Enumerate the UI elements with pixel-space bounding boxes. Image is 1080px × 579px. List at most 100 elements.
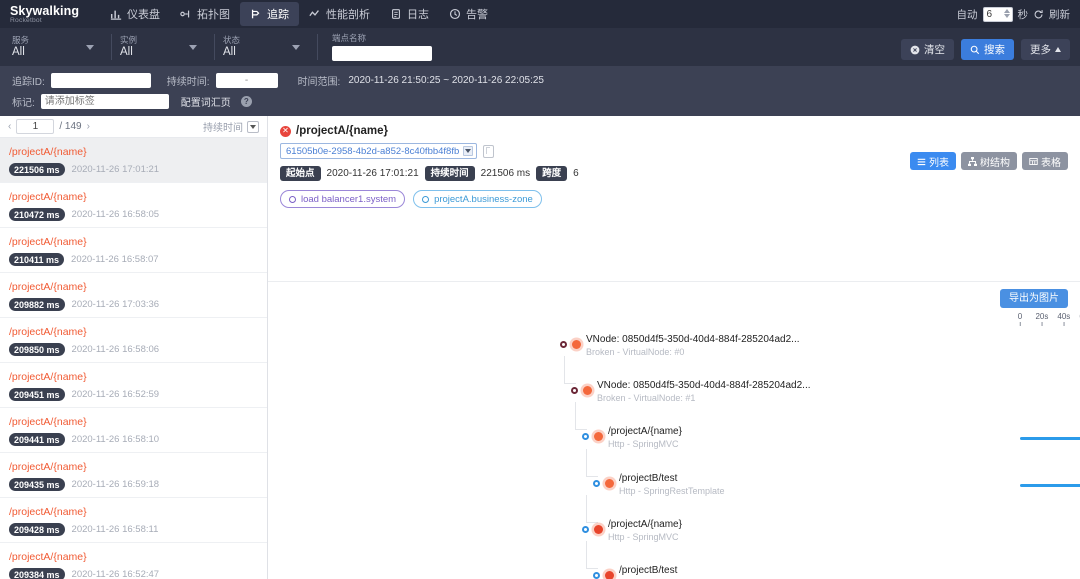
export-image-button[interactable]: 导出为图片 (1000, 289, 1068, 308)
trace-list-item[interactable]: /projectA/{name}210472 ms2020-11-26 16:5… (0, 183, 267, 228)
service-select[interactable]: 服务 All (12, 28, 112, 66)
endpoint-input[interactable] (332, 46, 432, 61)
span-dots (593, 479, 614, 488)
span-rows: VNode: 0850d4f5-350d-40d4-884f-285204ad2… (268, 334, 1080, 579)
trace-item-name: /projectA/{name} (9, 370, 258, 384)
tag-input[interactable] (41, 94, 169, 109)
prev-page-button[interactable]: ‹ (8, 121, 11, 132)
nav-item-1[interactable]: 拓扑图 (170, 2, 240, 26)
copy-icon[interactable] (483, 145, 494, 158)
service-chip[interactable]: load balancer1.system (280, 190, 405, 208)
config-vocabulary-link[interactable]: 配置词汇页 (181, 94, 231, 109)
search-button[interactable]: 搜索 (961, 39, 1014, 60)
trace-item-name: /projectA/{name} (9, 190, 258, 204)
view-mode-0[interactable]: 列表 (910, 152, 956, 170)
span-row[interactable]: VNode: 0850d4f5-350d-40d4-884f-285204ad2… (268, 334, 1080, 380)
span-name: VNode: 0850d4f5-350d-40d4-884f-285204ad2… (586, 334, 800, 346)
span-row[interactable]: /projectB/testHttp - SpringRestTemplate (268, 565, 1080, 579)
trace-list-item[interactable]: /projectA/{name}221506 ms2020-11-26 17:0… (0, 138, 267, 183)
span-connector (586, 495, 598, 523)
trace-item-meta: 209451 ms2020-11-26 16:52:59 (9, 388, 258, 401)
nav-item-4[interactable]: 日志 (380, 2, 439, 26)
sort-direction-button[interactable] (247, 121, 259, 133)
chevron-down-icon[interactable] (463, 146, 473, 156)
divider (111, 34, 112, 60)
span-text: VNode: 0850d4f5-350d-40d4-884f-285204ad2… (586, 334, 800, 358)
trace-list-item[interactable]: /projectA/{name}209428 ms2020-11-26 16:5… (0, 498, 267, 543)
alarm-icon (449, 8, 461, 20)
view-mode-1[interactable]: 树结构 (961, 152, 1017, 170)
chevron-down-icon (86, 45, 94, 50)
nav-item-5[interactable]: 告警 (439, 2, 498, 26)
nav-item-2[interactable]: 追踪 (240, 2, 299, 26)
log-icon (390, 8, 402, 20)
trace-list-item[interactable]: /projectA/{name}209384 ms2020-11-26 16:5… (0, 543, 267, 579)
auto-refresh-group: 自动 6 秒 刷新 (957, 0, 1071, 28)
trace-list-item[interactable]: /projectA/{name}209435 ms2020-11-26 16:5… (0, 453, 267, 498)
trace-list-item[interactable]: /projectA/{name}210411 ms2020-11-26 16:5… (0, 228, 267, 273)
ruler-tick-label: 40s (1057, 312, 1070, 321)
span-dots (560, 340, 581, 349)
timerange-value[interactable]: 2020-11-26 21:50:25 ~ 2020-11-26 22:05:2… (348, 75, 544, 86)
span-name: /projectA/{name} (608, 426, 682, 438)
view-mode-2[interactable]: 表格 (1022, 152, 1068, 170)
span-node-icon (582, 433, 589, 440)
span-dots (582, 432, 603, 441)
trace-detail-header: ✕ /projectA/{name} 61505b0e-2958-4b2d-a8… (268, 116, 1080, 181)
trace-id-select[interactable]: 61505b0e-2958-4b2d-a852-8c40fbb4f8fb (280, 143, 477, 159)
refresh-label[interactable]: 刷新 (1049, 7, 1070, 22)
tag-label: 标记: (12, 94, 35, 109)
trace-item-duration: 221506 ms (9, 163, 65, 176)
span-name: /projectB/test (619, 473, 725, 485)
clear-button[interactable]: 清空 (901, 39, 954, 60)
trace-detail-panel: ✕ /projectA/{name} 61505b0e-2958-4b2d-a8… (268, 116, 1080, 579)
trace-list-pager: ‹ 1 / 149 › 持续时间 (0, 116, 267, 138)
error-icon: ✕ (280, 126, 291, 137)
ruler-tick-label: 20s (1035, 312, 1048, 321)
trace-item-duration: 209384 ms (9, 568, 65, 579)
span-error-icon (605, 571, 614, 579)
trace-list-scroll[interactable]: /projectA/{name}221506 ms2020-11-26 17:0… (0, 138, 267, 579)
nav-item-3[interactable]: 性能剖析 (299, 2, 380, 26)
nav-item-0[interactable]: 仪表盘 (100, 2, 170, 26)
span-text: /projectA/{name}Http - SpringMVC (608, 519, 682, 543)
next-page-button[interactable]: › (87, 121, 90, 132)
instance-select[interactable]: 实例 All (120, 28, 215, 66)
duration-input[interactable] (216, 73, 278, 88)
span-duration-bar[interactable] (1020, 484, 1080, 487)
divider (317, 34, 318, 60)
help-icon[interactable]: ? (241, 96, 252, 107)
trace-list-item[interactable]: /projectA/{name}209882 ms2020-11-26 17:0… (0, 273, 267, 318)
refresh-icon[interactable] (1033, 9, 1044, 20)
trace-item-duration: 209428 ms (9, 523, 65, 536)
span-text: /projectB/testHttp - SpringRestTemplate (619, 565, 725, 579)
service-chip[interactable]: projectA.business-zone (413, 190, 542, 208)
trace-list-item[interactable]: /projectA/{name}209850 ms2020-11-26 16:5… (0, 318, 267, 363)
span-row[interactable]: /projectA/{name}Http - SpringMVC (268, 519, 1080, 565)
trace-item-time: 2020-11-26 16:52:59 (72, 389, 160, 400)
trace-item-duration: 209441 ms (9, 433, 65, 446)
trace-item-name: /projectA/{name} (9, 550, 258, 564)
trace-item-name: /projectA/{name} (9, 460, 258, 474)
more-button[interactable]: 更多 (1021, 39, 1070, 60)
trace-list-item[interactable]: /projectA/{name}209441 ms2020-11-26 16:5… (0, 408, 267, 453)
traceid-input[interactable] (51, 73, 151, 88)
top-navigation-bar: Skywalking Rocketbot 仪表盘拓扑图追踪性能剖析日志告警 自动… (0, 0, 1080, 28)
trace-list-item[interactable]: /projectA/{name} 209451 ms2020-11-26 16:5… (0, 363, 267, 408)
span-row[interactable]: /projectA/{name}Http - SpringMVC (268, 426, 1080, 472)
span-duration-bar[interactable] (1020, 437, 1080, 440)
brand-logo[interactable]: Skywalking Rocketbot (10, 4, 88, 24)
sort-control[interactable]: 持续时间 (203, 119, 259, 134)
span-row[interactable]: /projectB/testHttp - SpringRestTemplate (268, 473, 1080, 519)
service-chip-label: load balancer1.system (301, 194, 396, 205)
auto-interval-stepper[interactable]: 6 (983, 7, 1013, 22)
trace-item-duration: 209882 ms (9, 298, 65, 311)
dashboard-icon (110, 8, 122, 20)
start-time-badge: 起始点 (280, 166, 321, 181)
trace-item-meta: 209850 ms2020-11-26 16:58:06 (9, 343, 258, 356)
page-number-input[interactable]: 1 (16, 119, 54, 134)
stepper-arrows-icon[interactable] (1001, 9, 1010, 18)
span-row[interactable]: VNode: 0850d4f5-350d-40d4-884f-285204ad2… (268, 380, 1080, 426)
status-select[interactable]: 状态 All (223, 28, 318, 66)
nav-items: 仪表盘拓扑图追踪性能剖析日志告警 (100, 2, 498, 26)
